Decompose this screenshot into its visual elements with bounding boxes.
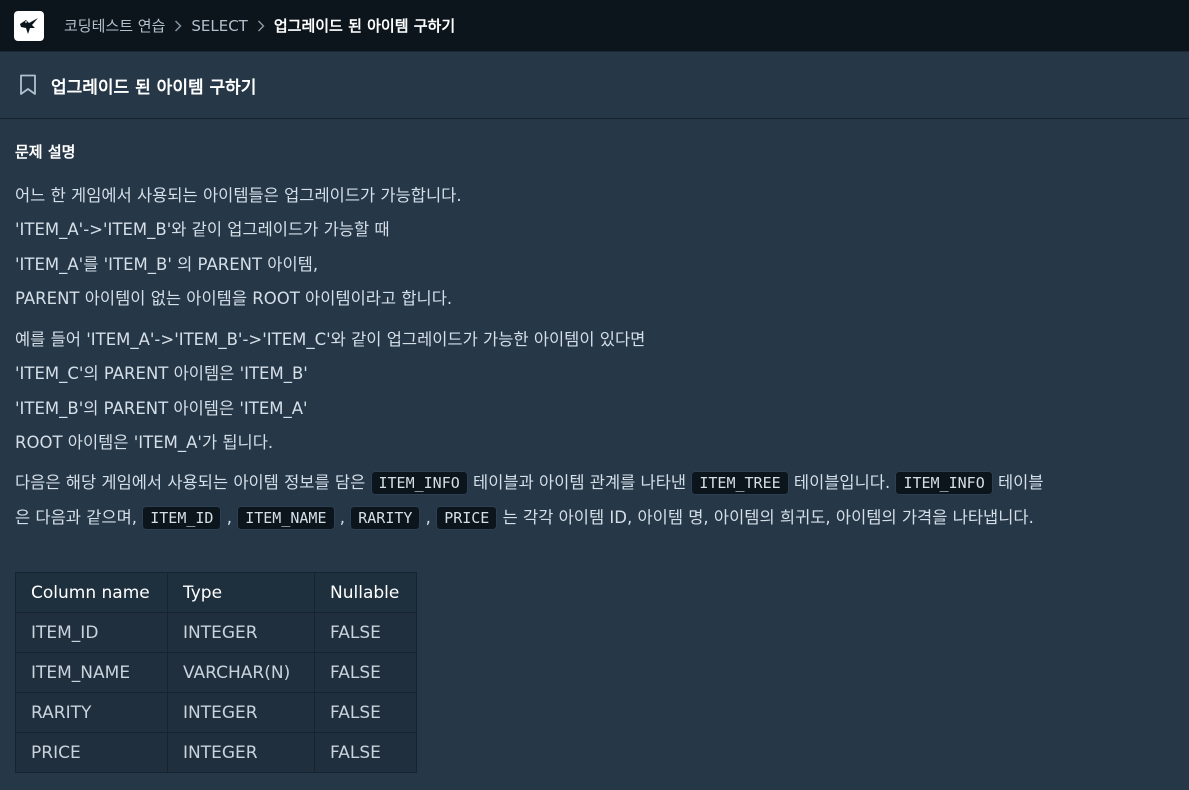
table-header-row: Column name Type Nullable <box>15 572 417 613</box>
column-header: Type <box>167 572 315 613</box>
breadcrumb-select[interactable]: SELECT <box>191 17 247 35</box>
code-item-tree: ITEM_TREE <box>691 471 789 496</box>
table-cell: RARITY <box>15 692 168 733</box>
paragraph-line: 'ITEM_A'를 'ITEM_B' 의 PARENT 아이템, <box>15 254 319 274</box>
table-cell: FALSE <box>314 652 417 693</box>
text-fragment: 은 다음과 같으며, <box>15 507 143 527</box>
code-price: PRICE <box>436 505 498 530</box>
problem-description: 문제 설명 어느 한 게임에서 사용되는 아이템들은 업그레이드가 가능합니다.… <box>15 119 1185 773</box>
table-row: ITEM_NAME VARCHAR(N) FALSE <box>15 652 417 693</box>
text-fragment: , <box>420 507 437 527</box>
table-cell: INTEGER <box>167 612 315 653</box>
breadcrumb-coding-test[interactable]: 코딩테스트 연습 <box>64 15 165 36</box>
text-fragment: , <box>334 507 351 527</box>
page-title: 업그레이드 된 아이템 구하기 <box>51 77 257 98</box>
paragraph-line: 예를 들어 'ITEM_A'->'ITEM_B'->'ITEM_C'와 같이 업… <box>15 330 646 350</box>
paragraph-line: PARENT 아이템이 없는 아이템을 ROOT 아이템이라고 합니다. <box>15 288 453 308</box>
problem-title-bar: 업그레이드 된 아이템 구하기 <box>0 52 1189 119</box>
paragraph-line: 'ITEM_B'의 PARENT 아이템은 'ITEM_A' <box>15 398 308 418</box>
chevron-right-icon <box>174 20 182 32</box>
text-fragment: 테이블과 아이템 관계를 나타낸 <box>467 473 692 493</box>
column-header: Column name <box>15 572 168 613</box>
table-cell: INTEGER <box>167 732 315 773</box>
code-item-id: ITEM_ID <box>142 505 222 530</box>
text-fragment: 는 각각 아이템 ID, 아이템 명, 아이템의 희귀도, 아이템의 가격을 나… <box>497 507 1034 527</box>
item-info-schema-table: Column name Type Nullable ITEM_ID INTEGE… <box>15 572 417 773</box>
table-row: ITEM_ID INTEGER FALSE <box>15 612 417 653</box>
column-header: Nullable <box>314 572 417 613</box>
paragraph-line: 은 다음과 같으며, ITEM_ID , ITEM_NAME , RARITY … <box>15 501 1185 536</box>
top-navigation-bar: 코딩테스트 연습 SELECT 업그레이드 된 아이템 구하기 <box>0 0 1189 52</box>
table-cell: PRICE <box>15 732 168 773</box>
chevron-right-icon <box>257 20 265 32</box>
breadcrumb-current: 업그레이드 된 아이템 구하기 <box>273 17 456 35</box>
text-fragment: 테이블입니다. <box>788 473 896 493</box>
paragraph-line: 'ITEM_C'의 PARENT 아이템은 'ITEM_B' <box>15 364 308 384</box>
paragraph-line: 'ITEM_A'->'ITEM_B'와 같이 업그레이드가 가능할 때 <box>15 220 390 240</box>
section-heading: 문제 설명 <box>15 143 76 161</box>
paragraph-line: 다음은 해당 게임에서 사용되는 아이템 정보를 담은 ITEM_INFO 테이… <box>15 466 1185 501</box>
table-cell: FALSE <box>314 612 417 653</box>
code-rarity: RARITY <box>350 505 421 530</box>
breadcrumb: 코딩테스트 연습 SELECT 업그레이드 된 아이템 구하기 <box>64 15 455 36</box>
paragraph-line: 어느 한 게임에서 사용되는 아이템들은 업그레이드가 가능합니다. <box>15 186 462 205</box>
text-fragment: 테이블 <box>992 473 1044 493</box>
table-cell: VARCHAR(N) <box>167 652 315 693</box>
table-cell: ITEM_ID <box>15 612 168 653</box>
paragraph-example: 예를 들어 'ITEM_A'->'ITEM_B'->'ITEM_C'와 같이 업… <box>15 323 1185 460</box>
table-row: PRICE INTEGER FALSE <box>15 732 417 773</box>
table-cell: FALSE <box>314 692 417 733</box>
table-row: RARITY INTEGER FALSE <box>15 692 417 733</box>
code-item-info: ITEM_INFO <box>895 471 993 496</box>
bookmark-icon[interactable] <box>19 74 37 96</box>
table-cell: FALSE <box>314 732 417 773</box>
paragraph-table-intro: 다음은 해당 게임에서 사용되는 아이템 정보를 담은 ITEM_INFO 테이… <box>15 466 1185 535</box>
table-cell: ITEM_NAME <box>15 652 168 693</box>
code-item-info: ITEM_INFO <box>370 471 468 496</box>
paragraph-line: ROOT 아이템은 'ITEM_A'가 됩니다. <box>15 433 274 453</box>
paragraph-upgrade-intro: 어느 한 게임에서 사용되는 아이템들은 업그레이드가 가능합니다. 'ITEM… <box>15 179 1185 316</box>
code-item-name: ITEM_NAME <box>237 505 335 530</box>
text-fragment: , <box>221 507 238 527</box>
text-fragment: 다음은 해당 게임에서 사용되는 아이템 정보를 담은 <box>15 473 371 493</box>
programmers-logo-icon[interactable] <box>14 10 44 41</box>
table-cell: INTEGER <box>167 692 315 733</box>
